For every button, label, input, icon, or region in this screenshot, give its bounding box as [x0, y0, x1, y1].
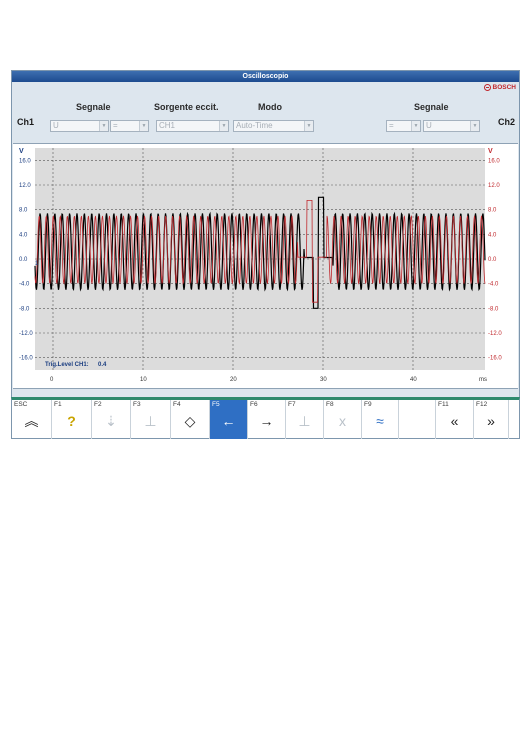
measure-icon: ⊥ [144, 413, 157, 429]
ch1-signal-select[interactable]: U ▼ [50, 120, 109, 132]
fkey-f12[interactable]: F12 » [474, 400, 509, 439]
fkey-spacer [399, 400, 436, 439]
fkey-f7[interactable]: F7 ⊥ [286, 400, 324, 439]
brand-text: BOSCH [492, 84, 516, 91]
mode-header: Modo [258, 102, 282, 112]
y-tick-left: 0.0 [19, 257, 28, 263]
double-right-icon: » [487, 413, 495, 429]
y-tick-left: 16.0 [19, 158, 31, 164]
ch2-signal-select[interactable]: U ▼ [423, 120, 480, 132]
help-icon: ? [67, 413, 76, 429]
fkey-f6[interactable]: F6 → [248, 400, 286, 439]
mode-select[interactable]: Auto-Time ▼ [233, 120, 314, 132]
y-tick-right: -16.0 [488, 356, 502, 362]
bosch-logo-icon [483, 84, 491, 91]
x-tick: 10 [140, 377, 147, 383]
dropdown-arrow-icon: ▼ [470, 121, 479, 131]
y-tick-left: -4.0 [19, 282, 30, 288]
y-tick-left: -8.0 [19, 306, 30, 312]
fkey-label: F7 [288, 401, 296, 408]
y-tick-right: -12.0 [488, 331, 502, 337]
dropdown-arrow-icon: ▼ [411, 121, 420, 131]
fkey-label: F11 [438, 401, 449, 408]
ch2-signal-value: U [426, 121, 432, 130]
oscilloscope-display[interactable]: 16.0 16.0 12.0 12.0 8.0 8.0 4.0 4.0 0.0 0.0 -4.0 -4… [13, 143, 518, 389]
double-left-icon: « [450, 413, 459, 429]
ch1-coupling-select[interactable]: = ▼ [110, 120, 149, 132]
y-tick-right: -4.0 [488, 282, 499, 288]
fkey-label: F8 [326, 401, 334, 408]
x-unit-label: ms [479, 377, 487, 383]
fkey-f8[interactable]: F8 x [324, 400, 362, 439]
fkey-label: F2 [94, 401, 102, 408]
fkey-f11[interactable]: F11 « [436, 400, 474, 439]
trigger-level-value: 0.4 [98, 362, 107, 368]
fkey-label: F12 [476, 401, 488, 408]
ch1-coupling-value: = [113, 121, 118, 130]
signal-in-icon: ⇣ [105, 413, 117, 429]
oscilloscope-window: Oscilloscopio BOSCH Ch1 Ch2 Segnale Sorg… [11, 70, 520, 439]
dropdown-arrow-icon: ▼ [139, 121, 148, 131]
cursor-icon: ⊥ [298, 413, 311, 429]
arrow-left-icon: ← [221, 413, 236, 429]
x-tick: 40 [410, 377, 417, 383]
trigger-source-select[interactable]: CH1 ▼ [156, 120, 229, 132]
fkey-label: F3 [133, 401, 141, 408]
brand: BOSCH [483, 83, 516, 92]
y-tick-left: -16.0 [19, 356, 33, 362]
y-tick-left: 12.0 [19, 183, 31, 189]
ch1-signal-value: U [53, 121, 59, 130]
fkey-f2[interactable]: F2 ⇣ [92, 400, 131, 439]
source-header: Sorgente eccit. [154, 102, 219, 112]
x-tick: 20 [230, 377, 237, 383]
signal-header-left: Segnale [76, 102, 111, 112]
fkey-f4[interactable]: F4 ◇ [171, 400, 210, 439]
fkey-f3[interactable]: F3 ⊥ [131, 400, 171, 439]
function-key-bar: ESC ︽ F1? F2 ⇣ F3 ⊥ F4 ◇ F5 ← F6 → F7 ⊥ F8 x F9 ≈ F11 «F12» [11, 397, 520, 439]
fkey-f5[interactable]: F5 ← [210, 400, 248, 439]
dropdown-arrow-icon: ▼ [304, 121, 313, 131]
fkey-f9[interactable]: F9 ≈ [362, 400, 399, 439]
mode-value: Auto-Time [236, 121, 273, 130]
y-tick-right: -8.0 [488, 306, 499, 312]
y-tick-left: 4.0 [19, 232, 28, 238]
channel-2-label: Ch2 [497, 117, 515, 127]
trigger-source-value: CH1 [159, 121, 176, 130]
y-tick-left: 8.0 [19, 208, 28, 214]
signal-header-right: Segnale [414, 102, 449, 112]
trigger-level-label: Trig.Level CH1: [45, 362, 89, 368]
waveform-icon: ≈ [376, 413, 384, 429]
fkey-f1[interactable]: F1? [52, 400, 92, 439]
dropdown-arrow-icon: ▼ [219, 121, 228, 131]
left-unit-label: V [19, 148, 24, 155]
right-unit-label: V [488, 148, 493, 155]
y-tick-right: 12.0 [488, 183, 500, 189]
fkey-label: F6 [250, 401, 258, 408]
fkey-esc[interactable]: ESC ︽ [12, 400, 52, 439]
x-axis-icon: x [339, 413, 346, 429]
y-tick-left: -12.0 [19, 331, 33, 337]
fkey-label: F9 [364, 401, 372, 408]
y-tick-right: 16.0 [488, 158, 500, 164]
arrow-right-icon: → [259, 413, 274, 429]
y-tick-right: 0.0 [488, 257, 497, 263]
fkey-label: ESC [14, 401, 28, 408]
diamond-icon: ◇ [184, 413, 196, 429]
fkey-label: F1 [54, 401, 62, 408]
ch2-coupling-select[interactable]: = ▼ [386, 120, 421, 132]
y-tick-right: 4.0 [488, 232, 497, 238]
x-tick: 30 [320, 377, 327, 383]
x-tick: 0 [50, 377, 54, 383]
channel-1-label: Ch1 [17, 117, 35, 127]
chevron-double-up-icon: ︽ [24, 413, 39, 429]
y-tick-right: 8.0 [488, 208, 497, 214]
ch2-coupling-value: = [389, 121, 394, 130]
window-title: Oscilloscopio [12, 71, 519, 82]
waveform-chart: 16.0 16.0 12.0 12.0 8.0 8.0 4.0 4.0 0.0 0.0 -4.0 -4… [19, 148, 502, 383]
dropdown-arrow-icon: ▼ [99, 121, 108, 131]
fkey-label: F5 [212, 401, 220, 408]
fkey-label: F4 [173, 401, 181, 408]
